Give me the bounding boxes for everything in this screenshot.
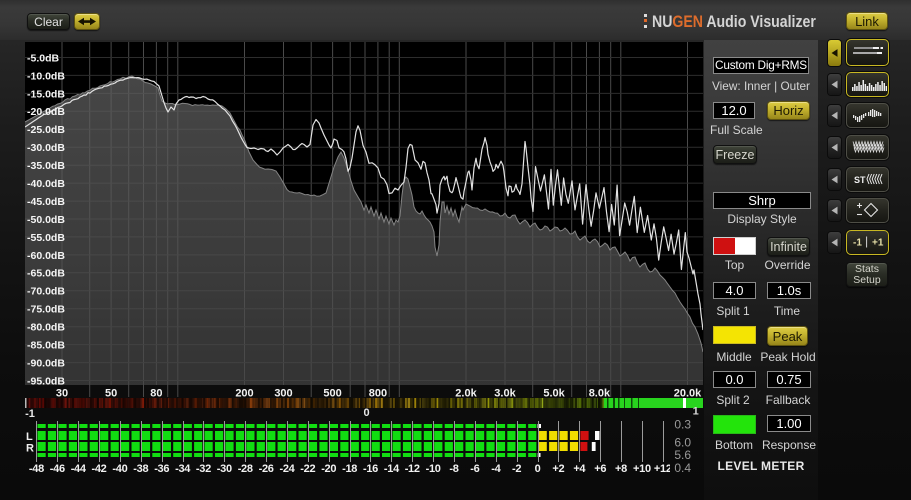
svg-text:500: 500 (323, 388, 341, 400)
svg-text:3.0k: 3.0k (494, 388, 516, 400)
svg-text:-1: -1 (853, 238, 862, 249)
svg-text:-70.0dB: -70.0dB (27, 286, 65, 298)
svg-text:0.3: 0.3 (674, 418, 691, 432)
svg-text:-32: -32 (196, 463, 211, 475)
svg-text:200: 200 (235, 388, 253, 400)
svg-text:-16: -16 (363, 463, 378, 475)
svg-text:-1: -1 (25, 408, 35, 420)
svg-text:-40.0dB: -40.0dB (27, 178, 65, 190)
svg-text:+2: +2 (552, 463, 564, 475)
svg-text:-38: -38 (133, 463, 148, 475)
svg-text:-50.0dB: -50.0dB (27, 214, 65, 226)
svg-text:+6: +6 (594, 463, 606, 475)
svg-text:50: 50 (105, 388, 117, 400)
svg-text:-20.0dB: -20.0dB (27, 106, 65, 118)
svg-text:-26: -26 (259, 463, 274, 475)
svg-text:-44: -44 (71, 463, 87, 475)
svg-text:-48: -48 (29, 463, 44, 475)
svg-text:20.0k: 20.0k (674, 388, 702, 400)
svg-text:R: R (26, 443, 34, 455)
svg-text:2.0k: 2.0k (455, 388, 477, 400)
svg-text:0.4: 0.4 (674, 461, 691, 475)
svg-text:+12: +12 (654, 463, 672, 475)
svg-text:-18: -18 (342, 463, 357, 475)
svg-text:-14: -14 (384, 463, 400, 475)
svg-text:300: 300 (274, 388, 292, 400)
svg-text:1: 1 (693, 406, 699, 418)
svg-text:-90.0dB: -90.0dB (27, 358, 65, 370)
svg-text:-2: -2 (512, 463, 521, 475)
svg-text:+8: +8 (615, 463, 627, 475)
svg-text:L: L (26, 431, 33, 443)
svg-text:-5.0dB: -5.0dB (27, 52, 60, 64)
svg-text:0: 0 (363, 407, 369, 419)
svg-text:+4: +4 (573, 463, 586, 475)
svg-text:-55.0dB: -55.0dB (27, 232, 65, 244)
svg-text:-15.0dB: -15.0dB (27, 88, 65, 100)
svg-text:-75.0dB: -75.0dB (27, 304, 65, 316)
svg-text:5.6: 5.6 (674, 448, 691, 462)
svg-text:+10: +10 (633, 463, 651, 475)
svg-text:-6: -6 (470, 463, 479, 475)
svg-text:-25.0dB: -25.0dB (27, 124, 65, 136)
svg-text:-60.0dB: -60.0dB (27, 250, 65, 262)
svg-text:-10: -10 (426, 463, 441, 475)
svg-text:-24: -24 (280, 463, 296, 475)
svg-text:-30: -30 (217, 463, 232, 475)
svg-text:-36: -36 (154, 463, 169, 475)
svg-text:ST: ST (854, 175, 866, 185)
svg-text:800: 800 (369, 388, 387, 400)
svg-text:-42: -42 (92, 463, 107, 475)
svg-text:-40: -40 (112, 463, 127, 475)
svg-text:-4: -4 (491, 463, 501, 475)
svg-text:-10.0dB: -10.0dB (27, 70, 65, 82)
svg-text:-95.0dB: -95.0dB (27, 375, 65, 387)
svg-text:-45.0dB: -45.0dB (27, 196, 65, 208)
svg-text:80: 80 (150, 388, 162, 400)
svg-text:+1: +1 (872, 238, 884, 249)
svg-text:-65.0dB: -65.0dB (27, 268, 65, 280)
svg-text:-46: -46 (50, 463, 65, 475)
svg-text:-80.0dB: -80.0dB (27, 322, 65, 334)
svg-text:5.0k: 5.0k (543, 388, 565, 400)
svg-text:-30.0dB: -30.0dB (27, 142, 65, 154)
svg-text:8.0k: 8.0k (589, 388, 611, 400)
svg-text:-12: -12 (405, 463, 420, 475)
svg-text:-22: -22 (300, 463, 315, 475)
svg-text:-35.0dB: -35.0dB (27, 160, 65, 172)
svg-text:-20: -20 (321, 463, 336, 475)
svg-text:0: 0 (535, 463, 541, 475)
svg-text:30: 30 (56, 388, 68, 400)
svg-text:-34: -34 (175, 463, 191, 475)
svg-text:-8: -8 (449, 463, 458, 475)
svg-text:-28: -28 (238, 463, 253, 475)
svg-text:-85.0dB: -85.0dB (27, 340, 65, 352)
